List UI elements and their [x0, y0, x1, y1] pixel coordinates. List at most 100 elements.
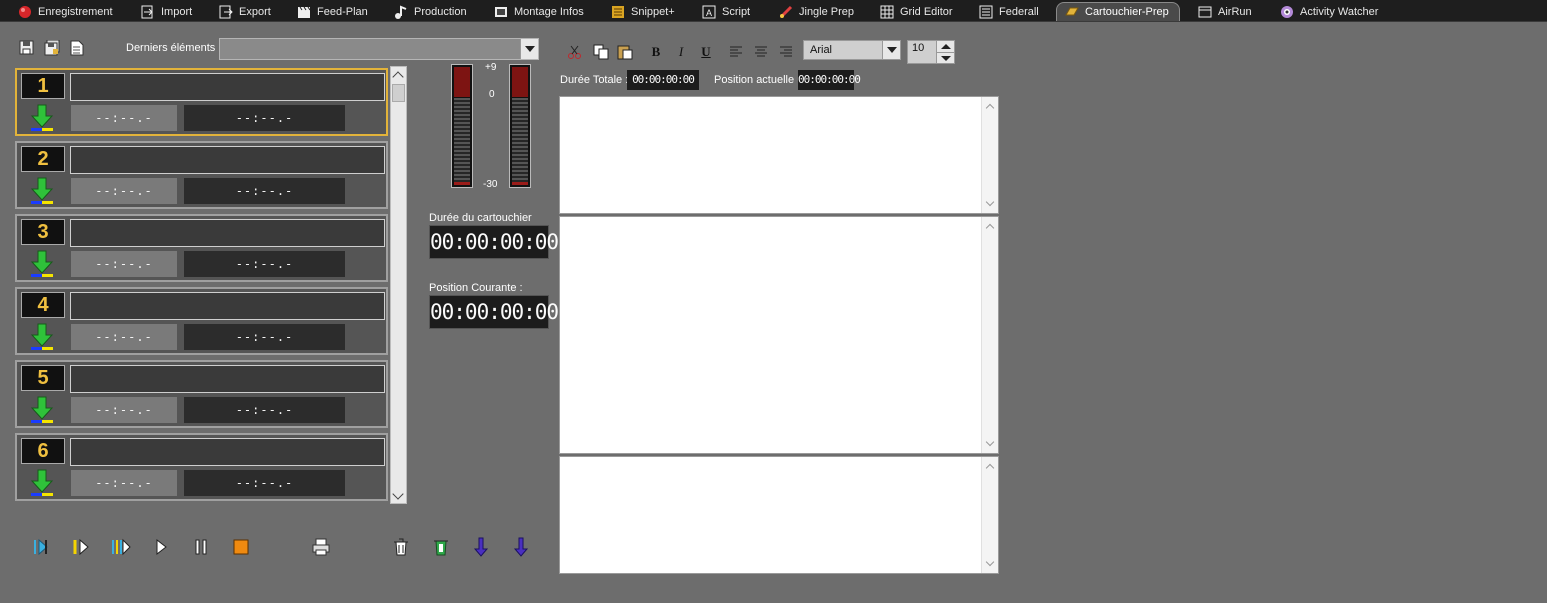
cart-number: 5 [21, 365, 65, 391]
play-all-icon[interactable] [111, 537, 131, 557]
cart-title[interactable] [70, 73, 385, 101]
cart-title[interactable] [70, 146, 385, 174]
cart-number: 1 [21, 73, 65, 99]
delete-icon[interactable] [391, 537, 411, 557]
tab-federall[interactable]: Federall [979, 2, 1039, 21]
music-note-icon [394, 5, 408, 19]
cart-time-left: --:--.- [71, 397, 177, 423]
align-left-icon[interactable] [728, 44, 744, 60]
total-duration-label: Durée Totale : [560, 74, 629, 86]
tab-airrun[interactable]: AirRun [1198, 2, 1252, 21]
tab-production[interactable]: Production [394, 2, 467, 21]
tab-grid-editor[interactable]: Grid Editor [880, 2, 953, 21]
italic-icon[interactable]: I [673, 44, 689, 60]
cart-slot[interactable]: 6 --:--.- --:--.- [15, 433, 388, 501]
tab-jingle-prep[interactable]: Jingle Prep [779, 2, 854, 21]
cart-time-right: --:--.- [184, 397, 345, 423]
recent-items-combo[interactable] [219, 38, 539, 60]
cut-icon[interactable] [567, 44, 583, 60]
tab-montage-infos[interactable]: Montage Infos [494, 2, 584, 21]
cart-title[interactable] [70, 292, 385, 320]
play-icon[interactable] [151, 537, 171, 557]
cart-number: 2 [21, 146, 65, 172]
save-icon[interactable] [19, 40, 35, 56]
text-area-3-scrollbar[interactable] [981, 457, 998, 573]
airrun-icon [1198, 5, 1212, 19]
scroll-down-icon[interactable] [391, 487, 406, 503]
download-arrow-icon[interactable] [28, 103, 56, 133]
tab-bar: Enregistrement Import Export Feed-Plan P… [0, 0, 1547, 22]
cart-slot[interactable]: 2 --:--.- --:--.- [15, 141, 388, 209]
download-arrow-icon[interactable] [28, 249, 56, 279]
cart-time-left: --:--.- [71, 178, 177, 204]
cart-slot[interactable]: 1 --:--.- --:--.- [15, 68, 388, 136]
download-arrow-icon[interactable] [28, 176, 56, 206]
copy-icon[interactable] [593, 44, 609, 60]
current-position-display: 00:00:00:00 [429, 295, 559, 329]
grid-icon [880, 5, 894, 19]
cart-title[interactable] [70, 219, 385, 247]
export-icon [219, 5, 233, 19]
move-to-bottom-icon[interactable] [511, 537, 531, 557]
text-area-2-scrollbar[interactable] [981, 217, 998, 453]
tab-export[interactable]: Export [219, 2, 271, 21]
spin-up-icon[interactable] [936, 41, 954, 52]
scroll-thumb[interactable] [392, 84, 405, 102]
cart-time-right: --:--.- [184, 324, 345, 350]
download-arrow-icon[interactable] [28, 322, 56, 352]
skip-to-next-icon[interactable] [31, 537, 51, 557]
clear-icon[interactable] [431, 537, 451, 557]
tab-import[interactable]: Import [141, 2, 192, 21]
tab-feed-plan[interactable]: Feed-Plan [297, 2, 368, 21]
cart-time-left: --:--.- [71, 470, 177, 496]
tab-enregistrement[interactable]: Enregistrement [18, 2, 113, 21]
cart-slot[interactable]: 4 --:--.- --:--.- [15, 287, 388, 355]
tab-cartouchier-prep[interactable]: Cartouchier-Prep [1056, 2, 1180, 21]
align-right-icon[interactable] [778, 44, 794, 60]
font-family-select[interactable]: Arial [803, 40, 901, 60]
cart-title[interactable] [70, 438, 385, 466]
underline-icon[interactable]: U [698, 44, 714, 60]
cart-title[interactable] [70, 365, 385, 393]
text-area-2[interactable] [559, 216, 999, 454]
download-arrow-icon[interactable] [28, 395, 56, 425]
script-icon: A [702, 5, 716, 19]
cart-duration-label: Durée du cartouchier [429, 212, 532, 224]
cart-time-left: --:--.- [71, 324, 177, 350]
cart-slot[interactable]: 3 --:--.- --:--.- [15, 214, 388, 282]
new-document-icon[interactable] [69, 40, 85, 56]
chevron-down-icon[interactable] [882, 41, 900, 59]
total-duration-display: 00:00:00:00 [627, 70, 699, 90]
cart-number: 4 [21, 292, 65, 318]
tab-script[interactable]: A Script [702, 2, 750, 21]
stop-icon[interactable] [231, 537, 251, 557]
align-center-icon[interactable] [753, 44, 769, 60]
recent-items-label: Derniers éléments : [126, 42, 222, 54]
chevron-down-icon[interactable] [520, 39, 538, 59]
tab-label: Cartouchier-Prep [1085, 6, 1169, 18]
tab-snippet[interactable]: Snippet+ [611, 2, 675, 21]
cart-slot[interactable]: 5 --:--.- --:--.- [15, 360, 388, 428]
text-area-3[interactable] [559, 456, 999, 574]
play-next-icon[interactable] [71, 537, 91, 557]
vu-scale-bottom: -30 [483, 179, 498, 190]
print-icon[interactable] [311, 537, 331, 557]
scroll-up-icon[interactable] [391, 67, 406, 83]
tab-label: Production [414, 5, 467, 18]
cart-list-scrollbar[interactable] [390, 66, 407, 504]
pause-icon[interactable] [191, 537, 211, 557]
tab-label: Montage Infos [514, 5, 584, 18]
bold-icon[interactable]: B [648, 44, 664, 60]
download-arrow-icon[interactable] [28, 468, 56, 498]
text-area-1-scrollbar[interactable] [981, 97, 998, 213]
move-down-icon[interactable] [471, 537, 491, 557]
spin-down-icon[interactable] [936, 52, 954, 63]
tab-activity-watcher[interactable]: Activity Watcher [1280, 2, 1378, 21]
save-all-icon[interactable] [44, 39, 60, 56]
jingle-icon [779, 5, 793, 19]
font-size-spinner[interactable]: 10 [907, 40, 955, 64]
position-display: 00:00:00:00 [798, 70, 861, 90]
svg-text:A: A [706, 8, 712, 18]
paste-icon[interactable] [617, 44, 633, 60]
text-area-1[interactable] [559, 96, 999, 214]
